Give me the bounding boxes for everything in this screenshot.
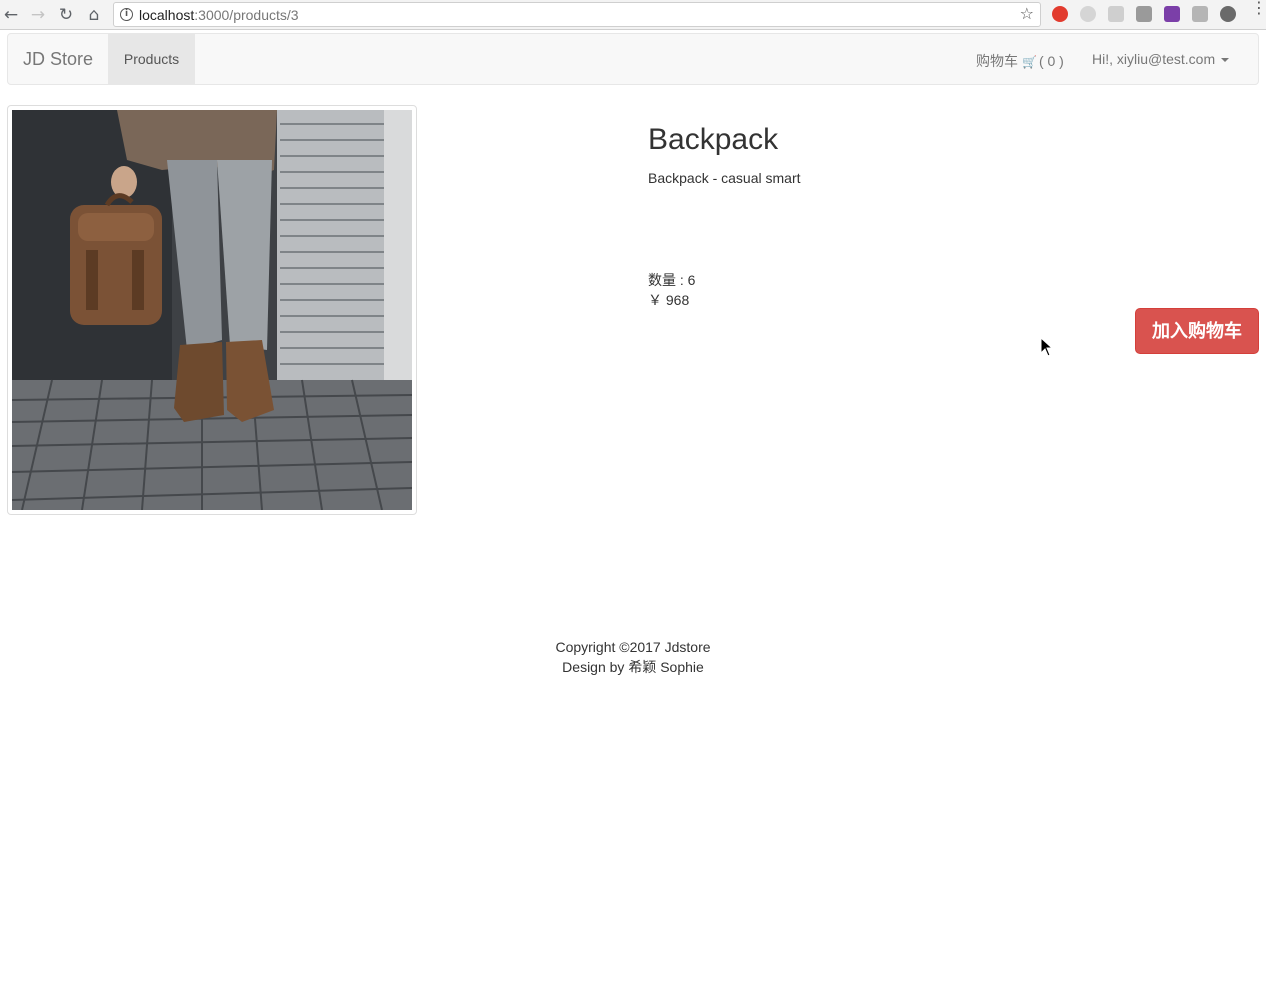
product-title: Backpack bbox=[648, 123, 779, 156]
reload-icon[interactable]: ↻ bbox=[56, 5, 76, 25]
browser-toolbar: ← → ↻ ⌂ i localhost:3000/products/3 ☆ ⋮ bbox=[0, 0, 1266, 30]
product-description: Backpack - casual smart bbox=[648, 170, 801, 186]
shopping-cart-icon: 🛒 bbox=[1022, 55, 1037, 69]
home-icon[interactable]: ⌂ bbox=[84, 5, 104, 25]
camera-extension-icon[interactable] bbox=[1192, 6, 1208, 22]
onenote-extension-icon[interactable] bbox=[1164, 6, 1180, 22]
address-bar[interactable]: i localhost:3000/products/3 ☆ bbox=[113, 2, 1041, 27]
cart-count: ( 0 ) bbox=[1038, 53, 1064, 69]
footer-copyright: Copyright ©2017 Jdstore bbox=[555, 639, 711, 655]
note-extension-icon[interactable] bbox=[1136, 6, 1152, 22]
skype-extension-icon[interactable] bbox=[1080, 6, 1096, 22]
product-price: ￥ 968 bbox=[648, 292, 690, 308]
browser-menu-icon[interactable]: ⋮ bbox=[1251, 0, 1266, 16]
cart-label: 购物车 bbox=[976, 53, 1018, 69]
cart-link[interactable]: 购物车 🛒( 0 ) bbox=[976, 51, 1064, 71]
info-icon[interactable]: i bbox=[120, 8, 133, 21]
back-arrow-icon[interactable]: ← bbox=[1, 5, 21, 25]
shield-extension-icon[interactable] bbox=[1108, 6, 1124, 22]
product-photo bbox=[12, 110, 412, 510]
bookmark-star-icon[interactable]: ☆ bbox=[1020, 4, 1034, 23]
forward-arrow-icon[interactable]: → bbox=[28, 5, 48, 25]
evernote-extension-icon[interactable] bbox=[1220, 6, 1236, 22]
product-quantity: 数量 : 6 bbox=[648, 272, 696, 288]
user-menu-dropdown[interactable]: Hi!, xiyliu@test.com bbox=[1092, 51, 1230, 67]
add-to-cart-button[interactable]: 加入购物车 bbox=[1135, 308, 1259, 354]
page-footer: Copyright ©2017 Jdstore Design by 希颖 Sop… bbox=[0, 637, 1266, 677]
footer-credit: Design by 希颖 Sophie bbox=[562, 659, 704, 675]
caret-down-icon bbox=[1221, 58, 1230, 63]
product-image-frame bbox=[7, 105, 417, 515]
brand-link[interactable]: JD Store bbox=[23, 49, 93, 70]
site-navbar: JD Store Products 购物车 🛒( 0 ) Hi!, xiyliu@… bbox=[7, 33, 1259, 85]
nav-products[interactable]: Products bbox=[108, 34, 195, 84]
opera-extension-icon[interactable] bbox=[1052, 6, 1068, 22]
mouse-cursor-icon bbox=[1040, 336, 1054, 362]
user-greeting: Hi!, xiyliu@test.com bbox=[1092, 51, 1216, 67]
url-text: localhost:3000/products/3 bbox=[139, 7, 299, 23]
